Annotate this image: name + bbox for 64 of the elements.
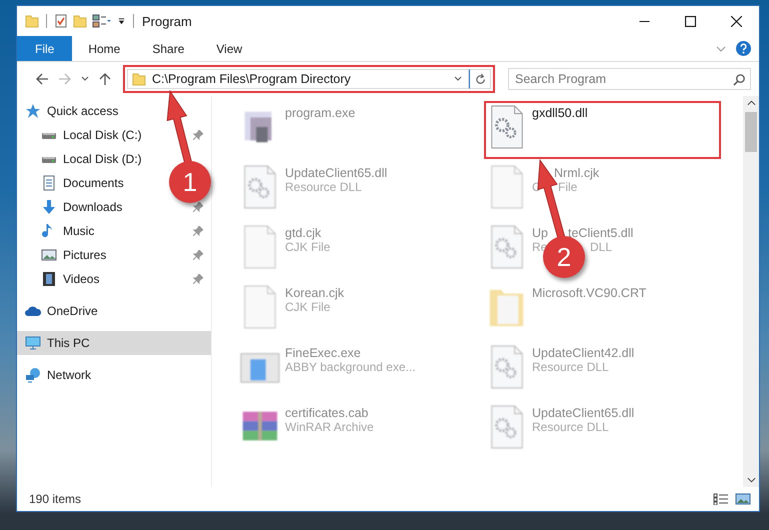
folder-icon — [132, 72, 146, 86]
back-icon[interactable] — [35, 72, 49, 86]
ribbon-tab[interactable]: View — [200, 36, 258, 61]
ribbon-tab[interactable]: Share — [136, 36, 200, 61]
expand-ribbon-icon[interactable] — [716, 46, 726, 52]
up-icon[interactable] — [98, 72, 112, 86]
nav-item[interactable]: Quick access — [17, 99, 124, 123]
scrollbar[interactable] — [743, 96, 759, 487]
star-icon — [25, 103, 41, 119]
scroll-up-icon[interactable] — [746, 100, 756, 106]
maximize-icon — [684, 16, 696, 26]
ribbon-tab[interactable]: Home — [72, 36, 136, 61]
file-type: Resource DLL — [285, 180, 362, 194]
forward-icon[interactable] — [58, 72, 72, 86]
file-type: WinRAR Archive — [285, 420, 374, 434]
ribbon-tab[interactable]: File — [17, 36, 72, 61]
file-type: ABBY background exe... — [285, 360, 416, 374]
scroll-thumb[interactable] — [745, 112, 757, 152]
file-name[interactable]: gxdll50.dll — [532, 106, 588, 120]
nav-item[interactable]: OneDrive — [17, 299, 104, 323]
close-icon — [730, 16, 742, 26]
pin-icon[interactable] — [193, 130, 203, 140]
file-type: CJK File — [285, 240, 330, 254]
pin-icon[interactable] — [193, 202, 203, 212]
large-icons-view-icon[interactable] — [735, 493, 751, 505]
properties-icon[interactable] — [54, 14, 68, 28]
file-type: File — [558, 180, 578, 194]
recent-locations-icon[interactable] — [81, 76, 89, 82]
scroll-down-icon[interactable] — [746, 477, 756, 483]
help-icon[interactable] — [736, 41, 751, 56]
refresh-icon — [474, 72, 486, 86]
refresh-button[interactable] — [469, 69, 491, 89]
file-type: Resource DLL — [532, 420, 609, 434]
details-view-icon[interactable] — [713, 493, 729, 505]
window-title: Program — [142, 14, 193, 28]
pin-icon[interactable] — [193, 226, 203, 236]
minimize-icon — [638, 20, 650, 22]
nav-item[interactable]: Music — [33, 219, 100, 243]
videos-icon — [41, 271, 57, 287]
caret-icon[interactable] — [454, 76, 462, 82]
customize-dropdown-icon[interactable] — [117, 16, 126, 26]
item-count: 190 items — [29, 492, 82, 506]
nav-item[interactable]: Downloads — [33, 195, 128, 219]
nav-item[interactable]: Local Disk (C:) — [33, 123, 148, 147]
nav-item[interactable]: Network — [17, 363, 98, 387]
download-icon — [41, 199, 57, 215]
nav-item[interactable]: Videos — [33, 267, 106, 291]
pictures-icon — [41, 247, 57, 263]
new-folder-icon[interactable] — [73, 14, 87, 28]
address-field[interactable]: C:\Program Files\Program Directory — [127, 69, 469, 89]
view-options-icon[interactable] — [92, 14, 112, 28]
file-type: Resource DLL — [532, 360, 609, 374]
nav-item[interactable]: Documents — [33, 171, 130, 195]
nav-item[interactable]: Pictures — [33, 243, 112, 267]
folder-icon[interactable] — [25, 14, 39, 28]
docs-icon — [41, 175, 57, 191]
pc-icon — [25, 335, 41, 351]
nav-item[interactable]: Local Disk (D:) — [33, 147, 148, 171]
file-type: CJK File — [285, 300, 330, 314]
nav-item[interactable]: This PC — [17, 331, 211, 355]
pin-icon[interactable] — [193, 274, 203, 284]
network-icon — [25, 367, 41, 383]
pin-icon[interactable] — [193, 250, 203, 260]
file-type: DLL — [590, 240, 612, 254]
